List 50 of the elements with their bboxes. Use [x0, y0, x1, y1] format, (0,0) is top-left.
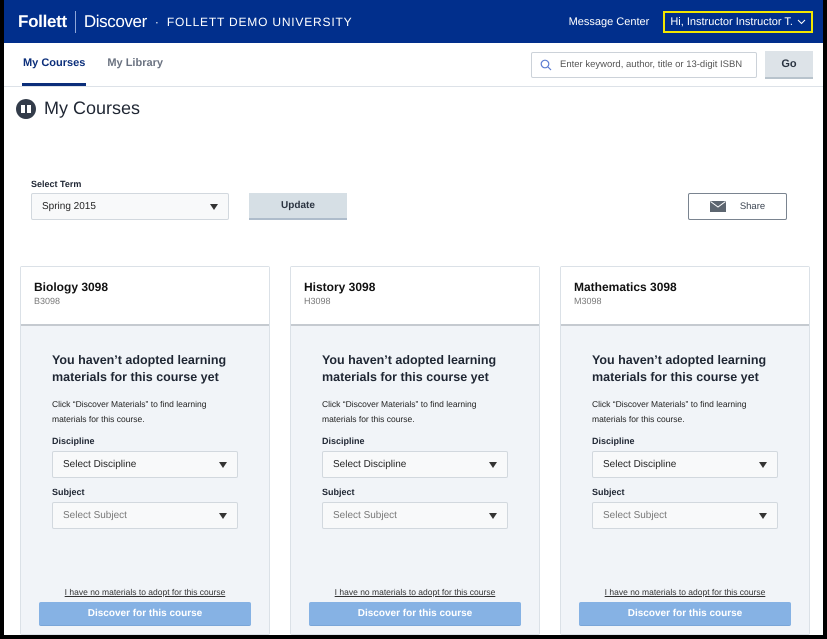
- no-materials-link[interactable]: I have no materials to adopt for this course: [64, 587, 226, 597]
- discipline-select[interactable]: Select Discipline: [322, 451, 508, 478]
- book-icon: [16, 98, 36, 118]
- field-label: Subject: [592, 487, 626, 497]
- page-title: My Courses: [44, 98, 140, 119]
- discipline-select[interactable]: Select Discipline: [592, 451, 778, 478]
- course-code: M3098: [574, 296, 603, 306]
- empty-heading: You haven’t adopted learning materials for this course yet: [52, 352, 228, 386]
- search-field[interactable]: Enter keyword, author, title or 13-digit ISBN: [531, 52, 757, 78]
- institution-name: FOLLETT DEMO UNIVERSITY: [166, 14, 352, 28]
- field-label: Subject: [52, 487, 86, 497]
- dropdown-arrow-icon: [759, 512, 767, 518]
- user-menu[interactable]: Hi, Instructor Instructor T.: [663, 10, 813, 32]
- no-materials-link[interactable]: I have no materials to adopt for this course: [334, 587, 496, 597]
- course-name: History 3098: [304, 280, 376, 294]
- nav-tab[interactable]: My Library: [106, 43, 164, 86]
- dropdown-arrow-icon: [210, 204, 218, 210]
- product-name: Discover: [84, 12, 147, 32]
- chevron-down-icon: [797, 18, 806, 24]
- message-center-link[interactable]: Message Center: [568, 16, 650, 28]
- discipline-select[interactable]: Select Discipline: [52, 451, 238, 478]
- course-name: Mathematics 3098: [574, 280, 678, 294]
- brand-logo[interactable]: Follett: [18, 12, 67, 32]
- field-label: Select Term: [31, 179, 82, 189]
- dropdown-arrow-icon: [219, 462, 227, 468]
- dropdown-arrow-icon: [489, 512, 497, 518]
- course-code: B3098: [34, 296, 62, 306]
- field-label: Discipline: [52, 436, 96, 446]
- course-name: Biology 3098: [34, 280, 110, 294]
- empty-heading: You haven’t adopted learning materials for this course yet: [592, 352, 768, 386]
- nav-tab[interactable]: My Courses: [22, 43, 86, 86]
- dropdown-arrow-icon: [759, 462, 767, 468]
- update-button[interactable]: Update: [249, 193, 347, 220]
- no-materials-link[interactable]: I have no materials to adopt for this course: [604, 587, 766, 597]
- hint-text: Click “Discover Materials” to find learning materials for this course.: [592, 398, 748, 426]
- field-label: Subject: [322, 487, 356, 497]
- course-code: H3098: [304, 296, 332, 306]
- envelope-icon: [710, 201, 726, 212]
- go-button[interactable]: Go: [765, 50, 813, 78]
- term-select[interactable]: Spring 2015: [31, 193, 229, 220]
- field-label: Discipline: [322, 436, 366, 446]
- dropdown-arrow-icon: [219, 512, 227, 518]
- empty-heading: You haven’t adopted learning materials for this course yet: [322, 352, 498, 386]
- share-button[interactable]: Share: [688, 193, 787, 220]
- field-label: Discipline: [592, 436, 636, 446]
- separator-dot: ·: [154, 14, 159, 28]
- hint-text: Click “Discover Materials” to find learning materials for this course.: [322, 398, 478, 426]
- dropdown-arrow-icon: [489, 462, 497, 468]
- search-icon: [540, 58, 552, 70]
- hint-text: Click “Discover Materials” to find learning materials for this course.: [52, 398, 208, 426]
